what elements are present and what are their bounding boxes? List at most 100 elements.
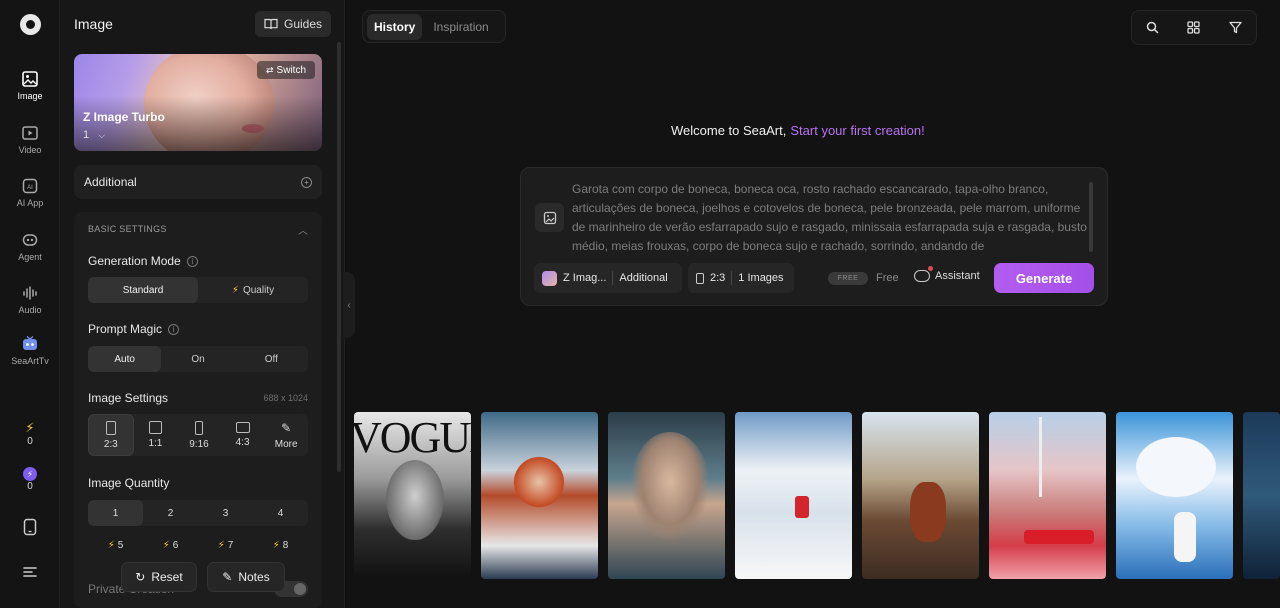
gallery-image[interactable]: [481, 412, 598, 579]
model-avatar: [542, 270, 557, 286]
mode-standard[interactable]: Standard: [88, 277, 198, 303]
prompt-model-select[interactable]: Z Imag...: [563, 272, 606, 284]
guides-button[interactable]: Guides: [255, 11, 331, 37]
mobile-icon[interactable]: [23, 518, 37, 536]
rail-item-audio[interactable]: Audio: [0, 284, 60, 315]
generation-mode-label: Generation Mode i: [88, 254, 198, 268]
prompt-additional-select[interactable]: Additional: [619, 272, 667, 284]
rail-item-video[interactable]: Video: [0, 124, 60, 155]
plus-circle-icon: +: [301, 176, 312, 188]
chevron-down-icon: ⌵: [98, 130, 106, 140]
quantity-6[interactable]: ⚡ 6: [143, 532, 198, 558]
collapse-panel-button[interactable]: ‹: [343, 272, 355, 338]
additional-label: Additional: [84, 175, 137, 189]
grid-icon[interactable]: [1183, 17, 1205, 39]
quantity-8[interactable]: ⚡ 8: [253, 532, 308, 558]
notes-button[interactable]: ✎ Notes: [207, 562, 285, 592]
filter-icon[interactable]: [1224, 17, 1246, 39]
gallery-image[interactable]: [862, 412, 979, 579]
image-dimensions: 688 x 1024: [263, 393, 308, 403]
welcome-message: Welcome to SeaArt, Start your first creat…: [671, 123, 925, 138]
prompt-scrollbar[interactable]: [1089, 182, 1093, 252]
model-version-select[interactable]: 1 ⌵: [83, 129, 105, 141]
quantity-label: 2: [167, 507, 174, 519]
quantity-label: 8: [282, 539, 289, 551]
gallery-image[interactable]: [1243, 412, 1280, 579]
image-quantity-label: Image Quantity: [88, 476, 170, 490]
reset-button[interactable]: ↻ Reset: [121, 562, 197, 592]
rail-item-ai-app[interactable]: AI AI App: [0, 177, 60, 208]
gallery-image[interactable]: [1116, 412, 1233, 579]
guides-label: Guides: [283, 17, 323, 31]
lightning-icon: ⚡: [162, 539, 170, 551]
search-icon[interactable]: [1142, 17, 1164, 39]
book-icon: [264, 18, 278, 30]
menu-icon[interactable]: [23, 566, 37, 578]
reset-label: Reset: [151, 570, 183, 584]
ratio-1-1[interactable]: 1:1: [134, 414, 178, 456]
ratio-label: More: [274, 438, 298, 450]
quantity-2[interactable]: 2: [143, 500, 198, 526]
tab-inspiration[interactable]: Inspiration: [426, 14, 495, 40]
prompt-magic-off[interactable]: Off: [235, 346, 308, 372]
info-icon[interactable]: i: [168, 323, 180, 335]
info-icon[interactable]: i: [186, 255, 198, 267]
panel-scrollbar[interactable]: [337, 42, 341, 472]
settings-panel: Image Guides ⇄ Switch Z Image Turbo 1 ⌵ …: [60, 0, 345, 608]
prompt-magic-on[interactable]: On: [161, 346, 234, 372]
quantity-7[interactable]: ⚡ 7: [198, 532, 253, 558]
gallery-image[interactable]: VOGUE: [354, 412, 471, 579]
prompt-magic-auto[interactable]: Auto: [88, 346, 162, 372]
rail-item-seaarttv[interactable]: SeaArtTv: [0, 335, 60, 366]
credits-stat[interactable]: ⚡ 0: [0, 467, 60, 492]
mode-quality[interactable]: ⚡ Quality: [198, 277, 308, 303]
ratio-square-icon: [148, 421, 162, 434]
stamina-stat[interactable]: ⚡ 0: [0, 420, 60, 447]
quantity-5[interactable]: ⚡ 5: [88, 532, 143, 558]
ratio-2-3[interactable]: 2:3: [88, 414, 134, 456]
rail-label: SeaArtTv: [11, 356, 49, 366]
gallery-image[interactable]: [989, 412, 1106, 579]
chevron-up-icon[interactable]: ︿: [298, 222, 308, 237]
switch-model-button[interactable]: ⇄ Switch: [257, 61, 315, 79]
rail-item-image[interactable]: Image: [0, 70, 60, 101]
gallery-image[interactable]: [735, 412, 852, 579]
quantity-1[interactable]: 1: [88, 500, 143, 526]
prompt-magic-text: Prompt Magic: [88, 322, 163, 336]
generate-button[interactable]: Generate: [994, 263, 1094, 293]
quantity-4[interactable]: 4: [253, 500, 308, 526]
welcome-text: Welcome to SeaArt,: [671, 123, 787, 138]
model-card[interactable]: ⇄ Switch Z Image Turbo 1 ⌵: [74, 54, 322, 151]
additional-section[interactable]: Additional +: [74, 165, 322, 199]
ratio-4-3[interactable]: 4:3: [221, 414, 265, 456]
stamina-count: 0: [27, 436, 33, 447]
seaart-logo[interactable]: [20, 14, 41, 35]
ratio-landscape-icon: [235, 422, 250, 433]
quantity-label: 3: [222, 507, 229, 519]
tab-history[interactable]: History: [367, 13, 423, 40]
ratio-9-16[interactable]: 9:16: [177, 414, 221, 456]
panel-title: Image: [74, 16, 113, 32]
prompt-ratio-select[interactable]: 2:3: [710, 272, 725, 284]
prompt-input[interactable]: Garota com corpo de boneca, boneca oca, …: [572, 180, 1087, 252]
lightning-icon: ⚡: [107, 539, 115, 551]
prompt-quantity-select[interactable]: 1 Images: [738, 272, 783, 284]
mode-quality-label: Quality: [242, 284, 275, 296]
ratio-more[interactable]: ✎ More: [264, 414, 308, 456]
nav-rail: Image Video AI AI App Agent Audio SeaArt…: [0, 0, 60, 608]
assistant-label: Assistant: [935, 270, 980, 282]
tv-icon: [23, 335, 37, 350]
quantity-label: 4: [277, 507, 284, 519]
basic-settings-heading: BASIC SETTINGS: [88, 224, 167, 234]
quantity-3[interactable]: 3: [198, 500, 253, 526]
basic-settings-section: BASIC SETTINGS ︿ Generation Mode i Stand…: [74, 212, 322, 608]
image-upload-button[interactable]: [535, 203, 564, 232]
welcome-cta[interactable]: Start your first creation!: [790, 123, 924, 138]
model-name: Z Image Turbo: [83, 110, 165, 124]
gallery-image[interactable]: [608, 412, 725, 579]
assistant-button[interactable]: Assistant: [914, 266, 980, 282]
ratio-label: 2:3: [103, 438, 118, 450]
aspect-ratio-selector: 2:3 1:1 9:16 4:3 ✎ More: [88, 414, 308, 456]
rail-item-agent[interactable]: Agent: [0, 231, 60, 262]
prompt-ratio-quantity: 2:3 1 Images: [688, 263, 794, 293]
